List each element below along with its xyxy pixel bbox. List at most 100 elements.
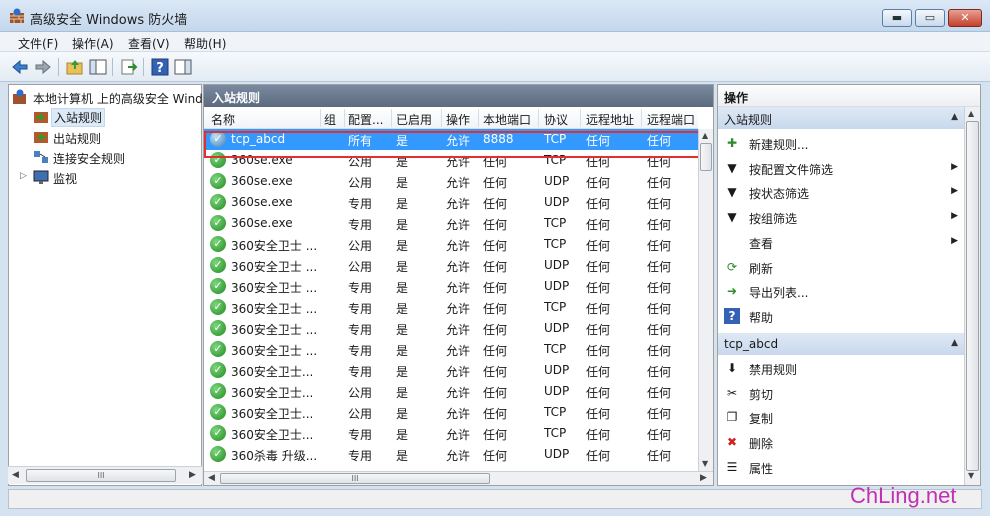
table-cell: 所有	[348, 134, 373, 148]
tree-root[interactable]: 本地计算机 上的高级安全 Windows	[9, 87, 226, 107]
table-row[interactable]: ✓ 360安全卫士... 公用是允许 任何 UDP 任何 任何	[204, 381, 698, 402]
actions-group-inbound-rules[interactable]: 入站规则 ▲	[718, 107, 964, 129]
table-row[interactable]: ✓ 360安全卫士... 专用是允许 任何 TCP 任何 任何	[204, 423, 698, 444]
column-local-port[interactable]: 本地端口	[483, 111, 537, 128]
show-hide-tree-icon[interactable]	[88, 57, 108, 77]
scroll-right-icon[interactable]: ▶	[700, 473, 707, 483]
table-row[interactable]: ✓ 360安全卫士 ... 公用是允许 任何 UDP 任何 任何	[204, 255, 698, 276]
table-cell: 任何	[483, 428, 508, 442]
menu-view[interactable]: 查看(V)	[128, 35, 170, 52]
column-remote-address[interactable]: 远程地址	[586, 111, 640, 128]
table-row[interactable]: ✓ 360安全卫士... 专用是允许 任何 UDP 任何 任何	[204, 360, 698, 381]
close-button[interactable]: ✕	[948, 9, 982, 27]
status-bar	[8, 489, 982, 509]
menu-help[interactable]: 帮助(H)	[184, 35, 226, 52]
scroll-thumb[interactable]: III	[26, 469, 176, 482]
scroll-left-icon[interactable]: ◀	[208, 473, 215, 483]
table-cell: 任何	[483, 218, 508, 232]
table-cell: 任何	[483, 344, 508, 358]
table-cell: TCP	[544, 300, 567, 314]
scroll-up-icon[interactable]: ▲	[702, 131, 708, 140]
column-remote-port[interactable]: 远程端口	[647, 111, 697, 128]
action-item[interactable]: ⬇ 禁用规则	[718, 356, 964, 380]
action-label: 刷新	[749, 261, 774, 276]
column-name[interactable]: 名称	[211, 111, 319, 128]
action-item[interactable]: ✖ 删除	[718, 430, 964, 454]
export-icon[interactable]	[119, 57, 139, 77]
table-cell: 任何	[483, 281, 508, 295]
table-row[interactable]: ✓ 360安全卫士 ... 专用是允许 任何 TCP 任何 任何	[204, 297, 698, 318]
table-cell: 任何	[647, 302, 672, 316]
table-cell: 专用	[348, 449, 373, 463]
table-row[interactable]: ✓ 360安全卫士 ... 专用是允许 任何 UDP 任何 任何	[204, 276, 698, 297]
table-row[interactable]: ✓ 360se.exe 公用是允许 任何 UDP 任何 任何	[204, 171, 698, 192]
table-row[interactable]: ✓ 360se.exe 公用是允许 任何 TCP 任何 任何	[204, 150, 698, 171]
collapse-icon[interactable]: ▲	[951, 112, 958, 122]
up-folder-icon[interactable]	[65, 57, 85, 77]
filter-icon: ▼	[727, 185, 737, 200]
menu-action[interactable]: 操作(A)	[72, 35, 114, 52]
scroll-right-icon[interactable]: ▶	[189, 470, 196, 480]
rules-vertical-scrollbar[interactable]: ▲ ▼	[698, 129, 713, 471]
navigation-tree: 本地计算机 上的高级安全 Windows 入站规则 出站规则 连接安全规则 ▷ …	[8, 84, 226, 486]
scroll-thumb[interactable]	[700, 143, 712, 171]
actions-vertical-scrollbar[interactable]: ▲ ▼	[964, 107, 980, 485]
back-icon[interactable]	[10, 57, 30, 77]
maximize-button[interactable]: ▭	[915, 9, 945, 27]
table-row[interactable]: ✓ 360安全卫士... 公用是允许 任何 TCP 任何 任何	[204, 402, 698, 423]
allow-rule-icon: ✓	[210, 173, 226, 189]
column-group[interactable]: 组	[324, 111, 344, 128]
table-row[interactable]: ✓ 360se.exe 专用是允许 任何 TCP 任何 任何	[204, 213, 698, 234]
table-cell: 允许	[446, 239, 471, 253]
minimize-button[interactable]: ▬	[882, 9, 912, 27]
filter-icon: ▼	[727, 160, 737, 175]
action-item[interactable]: ▼ 按配置文件筛选 ▶	[718, 156, 964, 180]
table-cell: 360安全卫士...	[231, 407, 314, 421]
table-row[interactable]: ✓ 360安全卫士 ... 专用是允许 任何 TCP 任何 任何	[204, 339, 698, 360]
table-cell: 任何	[647, 134, 672, 148]
column-protocol[interactable]: 协议	[544, 111, 580, 128]
scroll-left-icon[interactable]: ◀	[12, 470, 19, 480]
table-cell: 360安全卫士...	[231, 365, 314, 379]
expand-arrow-icon[interactable]: ▷	[20, 171, 27, 181]
column-enabled[interactable]: 已启用	[396, 111, 440, 128]
table-row-selected[interactable]: ✓ tcp_abcd 所有 是 允许 8888 TCP 任何 任何	[204, 129, 698, 150]
actions-group-selected-rule[interactable]: tcp_abcd ▲	[718, 333, 964, 355]
action-item[interactable]: ❐ 复制	[718, 405, 964, 429]
scroll-down-icon[interactable]: ▼	[702, 459, 708, 468]
action-item[interactable]: ✚ 新建规则...	[718, 131, 964, 155]
scroll-up-icon[interactable]: ▲	[968, 109, 974, 118]
scroll-thumb[interactable]	[966, 121, 979, 471]
action-item[interactable]: ▼ 按组筛选 ▶	[718, 205, 964, 229]
scroll-thumb[interactable]: III	[220, 473, 490, 484]
table-row[interactable]: ✓ 360安全卫士 ... 公用是允许 任何 TCP 任何 任何	[204, 234, 698, 255]
forward-icon[interactable]	[33, 57, 53, 77]
table-cell: 允许	[446, 365, 471, 379]
action-item[interactable]: ▼ 按状态筛选 ▶	[718, 180, 964, 204]
action-item[interactable]: ✂ 剪切	[718, 381, 964, 405]
table-cell: 任何	[483, 197, 508, 211]
table-row[interactable]: ✓ 360安全卫士 ... 专用是允许 任何 UDP 任何 任何	[204, 318, 698, 339]
allow-rule-icon: ✓	[210, 383, 226, 399]
table-cell: 允许	[446, 344, 471, 358]
action-item[interactable]: ➜ 导出列表...	[718, 279, 964, 303]
column-profile[interactable]: 配置...	[348, 111, 390, 128]
scroll-down-icon[interactable]: ▼	[968, 471, 974, 480]
action-item[interactable]: ☰ 属性	[718, 455, 964, 479]
table-row[interactable]: ✓ 360杀毒 升级... 专用是允许 任何 UDP 任何 任何	[204, 444, 698, 465]
table-cell: 是	[396, 197, 409, 211]
table-cell: 任何	[586, 134, 611, 148]
column-action[interactable]: 操作	[446, 111, 478, 128]
show-hide-action-pane-icon[interactable]	[173, 57, 193, 77]
action-item[interactable]: 查看 ▶	[718, 230, 964, 254]
help-icon[interactable]: ?	[150, 57, 170, 77]
collapse-icon[interactable]: ▲	[951, 338, 958, 348]
action-item[interactable]: ? 帮助	[718, 304, 964, 328]
menu-file[interactable]: 文件(F)	[18, 35, 58, 52]
actions-title: 操作	[718, 85, 980, 107]
table-row[interactable]: ✓ 360se.exe 专用是允许 任何 UDP 任何 任何	[204, 192, 698, 213]
tree-horizontal-scrollbar[interactable]: ◀ III ▶	[8, 466, 202, 484]
rules-horizontal-scrollbar[interactable]: ◀ III ▶	[204, 471, 713, 485]
table-cell: UDP	[544, 321, 570, 335]
action-item[interactable]: ⟳ 刷新	[718, 255, 964, 279]
